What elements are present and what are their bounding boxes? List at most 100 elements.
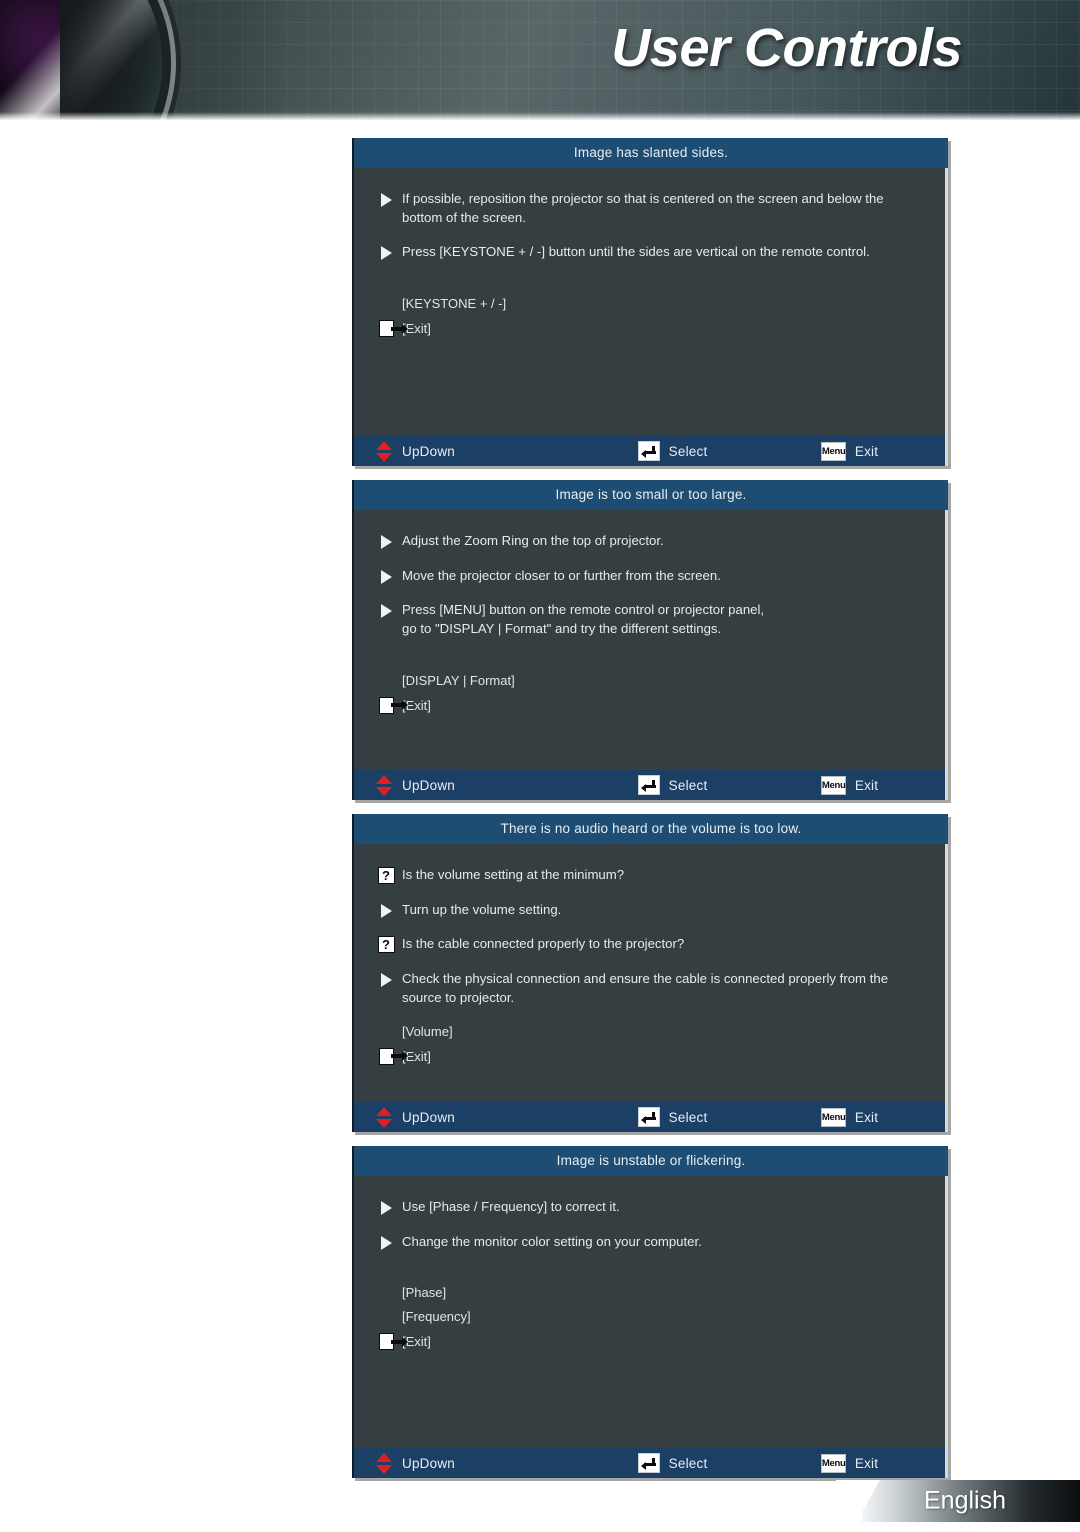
up-down-arrow-icon[interactable] <box>376 774 393 796</box>
nav-item-select[interactable]: Select <box>637 1453 821 1473</box>
osd-reference-label: [Phase] <box>402 1285 447 1301</box>
tip-row: Check the physical connection and ensure… <box>370 970 929 1007</box>
tip-text-line: source to projector. <box>402 989 515 1005</box>
osd-reference-block: [KEYSTONE + / -] [Exit] <box>370 296 929 338</box>
page-title: User Controls <box>611 18 962 78</box>
nav-item-select[interactable]: Select <box>637 441 821 461</box>
question-mark-icon: ? <box>377 867 395 884</box>
tip-row: Turn up the volume setting. <box>370 901 929 920</box>
osd-nav-bar: UpDown Select Menu Exit <box>354 770 948 800</box>
osd-panel-title: There is no audio heard or the volume is… <box>354 814 948 844</box>
osd-panel-title: Image is unstable or flickering. <box>354 1146 948 1176</box>
triangle-bullet-icon <box>380 1201 392 1215</box>
menu-key-icon[interactable]: Menu <box>820 775 846 795</box>
tip-text: Change the monitor color setting on your… <box>402 1233 708 1252</box>
enter-arrow-head-icon <box>640 783 646 792</box>
language-label: English <box>924 1486 1006 1515</box>
tip-text-line: go to "DISPLAY | Format" and try the dif… <box>402 621 722 637</box>
nav-item-exit[interactable]: Menu Exit <box>820 441 945 461</box>
osd-reference-row: [Exit] <box>370 696 929 714</box>
enter-key-icon[interactable] <box>637 1453 660 1473</box>
tip-marker <box>370 243 402 261</box>
enter-key-icon[interactable] <box>637 441 660 461</box>
enter-key-icon[interactable] <box>637 1107 660 1127</box>
tip-row: Move the projector closer to or further … <box>370 567 929 586</box>
tip-text-line: Press [KEYSTONE + / -] button until the … <box>402 244 870 260</box>
tip-row: Adjust the Zoom Ring on the top of proje… <box>370 532 929 551</box>
exit-door-icon <box>378 1047 408 1065</box>
nav-item-select[interactable]: Select <box>637 775 821 795</box>
nav-item-updown-label: UpDown <box>402 1109 455 1125</box>
tip-text: Turn up the volume setting. <box>402 901 567 920</box>
exit-door-icon <box>370 1333 408 1351</box>
nav-item-updown-label: UpDown <box>402 1455 455 1471</box>
tip-text-line: Is the cable connected properly to the p… <box>402 936 685 952</box>
tip-marker: ? <box>370 866 402 884</box>
triangle-bullet-icon <box>380 193 392 207</box>
osd-reference-row: [Frequency] <box>370 1309 929 1324</box>
tip-text-line: Press [MENU] button on the remote contro… <box>402 602 765 618</box>
nav-item-exit[interactable]: Menu Exit <box>820 775 945 795</box>
triangle-bullet-icon <box>380 535 392 549</box>
nav-item-exit-label: Exit <box>854 1455 879 1471</box>
tip-text-line: Turn up the volume setting. <box>402 901 562 917</box>
tip-row: Use [Phase / Frequency] to correct it. <box>370 1198 929 1217</box>
nav-item-updown[interactable]: UpDown <box>354 774 638 796</box>
nav-item-updown[interactable]: UpDown <box>354 1452 638 1474</box>
osd-panel-body: If possible, reposition the projector so… <box>354 168 948 436</box>
osd-panel: Image is unstable or flickering. Use [Pha… <box>352 1146 948 1478</box>
osd-reference-label: [DISPLAY | Format] <box>402 672 515 688</box>
tip-marker <box>370 567 402 584</box>
nav-item-updown[interactable]: UpDown <box>354 1106 638 1128</box>
tip-row: Change the monitor color setting on your… <box>370 1233 929 1252</box>
menu-key-icon[interactable]: Menu <box>820 1453 846 1473</box>
language-bar: English <box>836 1480 1080 1522</box>
osd-panel: Image has slanted sides. If possible, rep… <box>352 138 948 466</box>
tip-text: Press [MENU] button on the remote contro… <box>402 601 770 638</box>
tip-text-line: Move the projector closer to or further … <box>402 567 721 583</box>
tip-text: If possible, reposition the projector so… <box>402 190 890 227</box>
osd-spacer <box>370 278 929 296</box>
exit-arrow-icon <box>390 323 408 334</box>
page-footer: 23 English <box>0 1474 1080 1532</box>
triangle-bullet-icon <box>380 604 392 619</box>
tip-marker <box>370 970 402 988</box>
enter-key-icon[interactable] <box>637 775 660 795</box>
exit-arrow-icon <box>390 1336 408 1347</box>
osd-reference-row: [Exit] <box>370 1333 929 1351</box>
menu-key-icon[interactable]: Menu <box>820 1107 846 1127</box>
up-down-arrow-icon[interactable] <box>376 1106 393 1128</box>
nav-item-select[interactable]: Select <box>637 1107 821 1127</box>
up-down-arrow-icon[interactable] <box>376 440 393 462</box>
tip-row: If possible, reposition the projector so… <box>370 190 929 227</box>
tip-marker <box>370 190 402 207</box>
header-lens-fade <box>60 0 290 122</box>
osd-reference-label: [KEYSTONE + / -] <box>402 296 507 312</box>
menu-key-icon[interactable]: Menu <box>820 441 846 461</box>
osd-spacer <box>370 1267 929 1285</box>
tip-row: Press [KEYSTONE + / -] button until the … <box>370 243 929 262</box>
osd-panel-title: Image is too small or too large. <box>354 480 948 510</box>
osd-panel-body: Adjust the Zoom Ring on the top of proje… <box>354 510 948 770</box>
tip-text-line: Adjust the Zoom Ring on the top of proje… <box>402 533 664 548</box>
nav-item-exit[interactable]: Menu Exit <box>820 1107 945 1127</box>
osd-reference-row: [DISPLAY | Format] <box>370 673 929 688</box>
tip-text: Press [KEYSTONE + / -] button until the … <box>402 243 876 262</box>
triangle-bullet-icon <box>380 903 392 918</box>
language-bar-notch <box>836 1480 880 1522</box>
nav-item-select-label: Select <box>668 1455 708 1471</box>
osd-reference-row: [Exit] <box>370 1047 929 1065</box>
enter-arrow-head-icon <box>640 449 646 458</box>
tip-text-line: Is the volume setting at the minimum? <box>402 867 625 882</box>
osd-panel: Image is too small or too large. Adjust t… <box>352 480 948 800</box>
nav-item-exit[interactable]: Menu Exit <box>820 1453 945 1473</box>
nav-item-select-label: Select <box>668 777 708 793</box>
exit-door-icon <box>370 320 408 338</box>
nav-item-exit-label: Exit <box>854 443 879 459</box>
nav-item-updown[interactable]: UpDown <box>354 440 638 462</box>
up-down-arrow-icon[interactable] <box>376 1452 393 1474</box>
exit-door-icon <box>378 320 408 338</box>
triangle-bullet-icon <box>380 246 392 261</box>
tip-row: Press [MENU] button on the remote contro… <box>370 601 929 638</box>
osd-reference-block: [DISPLAY | Format] [Exit] <box>370 673 929 714</box>
